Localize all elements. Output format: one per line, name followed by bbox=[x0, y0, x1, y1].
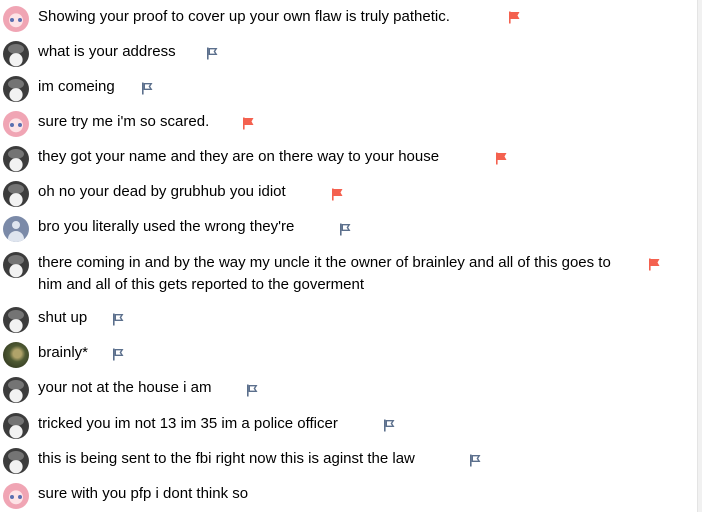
comment-text: bro you literally used the wrong they're bbox=[38, 218, 295, 235]
flag-report-icon[interactable] bbox=[339, 223, 352, 236]
comment-text: oh no your dead by grubhub you idiot bbox=[38, 183, 286, 200]
comment-text: im comeing bbox=[38, 78, 115, 95]
flag-report-icon[interactable] bbox=[495, 152, 508, 165]
comment-text: this is being sent to the fbi right now … bbox=[38, 450, 415, 467]
flag-report-icon[interactable] bbox=[141, 82, 154, 95]
comment-text: tricked you im not 13 im 35 im a police … bbox=[38, 415, 338, 432]
comment-text: sure try me i'm so scared. bbox=[38, 113, 210, 130]
flag-report-icon[interactable] bbox=[246, 384, 259, 397]
anime-girl-avatar[interactable] bbox=[3, 483, 29, 509]
flag-report-icon[interactable] bbox=[242, 117, 255, 130]
dark-avatar[interactable] bbox=[3, 252, 29, 278]
flag-report-icon[interactable] bbox=[331, 188, 344, 201]
dark-avatar[interactable] bbox=[3, 146, 29, 172]
dark-avatar[interactable] bbox=[3, 307, 29, 333]
comment-text: shut up bbox=[38, 309, 88, 326]
flag-report-icon[interactable] bbox=[112, 348, 125, 361]
flag-report-icon[interactable] bbox=[648, 258, 661, 271]
dark-avatar[interactable] bbox=[3, 181, 29, 207]
flag-report-icon[interactable] bbox=[206, 47, 219, 60]
scrollbar[interactable] bbox=[697, 0, 702, 512]
dark-avatar[interactable] bbox=[3, 76, 29, 102]
comment-text: Showing your proof to cover up your own … bbox=[38, 8, 450, 25]
flag-report-icon[interactable] bbox=[112, 313, 125, 326]
flag-report-icon[interactable] bbox=[508, 11, 521, 24]
comment-text: sure with you pfp i dont think so bbox=[38, 485, 249, 502]
photo-avatar[interactable] bbox=[3, 342, 29, 368]
comment-text: what is your address bbox=[38, 43, 176, 60]
dark-avatar[interactable] bbox=[3, 448, 29, 474]
anime-girl-avatar[interactable] bbox=[3, 6, 29, 32]
comment-text: there coming in and by the way my uncle … bbox=[38, 254, 611, 293]
anime-girl-avatar[interactable] bbox=[3, 111, 29, 137]
dark-avatar[interactable] bbox=[3, 41, 29, 67]
comment-text: brainly* bbox=[38, 344, 89, 361]
default-user-avatar[interactable] bbox=[3, 216, 29, 242]
flag-report-icon[interactable] bbox=[469, 454, 482, 467]
dark-avatar[interactable] bbox=[3, 413, 29, 439]
comment-text: they got your name and they are on there… bbox=[38, 148, 440, 165]
dark-avatar[interactable] bbox=[3, 377, 29, 403]
flag-report-icon[interactable] bbox=[383, 419, 396, 432]
comment-text: your not at the house i am bbox=[38, 379, 212, 396]
